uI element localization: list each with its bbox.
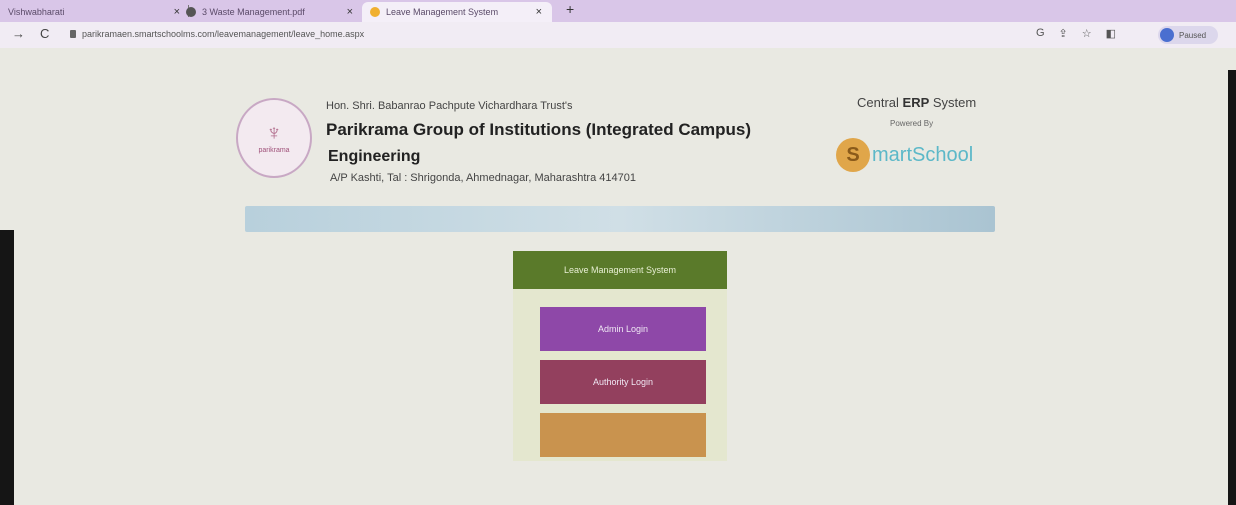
avatar [1160, 28, 1174, 42]
authority-login-button[interactable]: Authority Login [540, 360, 706, 404]
profile-label: Paused [1179, 30, 1207, 40]
erp-bold: ERP [902, 95, 930, 110]
monitor-bezel-right [1228, 70, 1236, 505]
toolbar-icons: G ⇪ ☆ ◧ [1036, 27, 1116, 40]
globe-icon [186, 7, 196, 17]
monitor-screen: Vishwabharati × 3 Waste Management.pdf ×… [0, 0, 1236, 505]
new-tab-button[interactable]: + [566, 1, 574, 17]
browser-tab-strip: Vishwabharati × 3 Waste Management.pdf ×… [0, 0, 1236, 22]
tab-label: 3 Waste Management.pdf [202, 7, 305, 17]
institution-address: A/P Kashti, Tal : Shrigonda, Ahmednagar,… [330, 172, 636, 184]
monitor-bezel-left [0, 230, 14, 505]
institution-logo: ♆ parikrama [236, 98, 312, 178]
profile-button[interactable]: Paused [1158, 26, 1218, 44]
branch-name: Engineering [328, 148, 421, 165]
address-bar[interactable]: parikramaen.smartschoolms.com/leavemanag… [82, 29, 364, 39]
trust-name: Hon. Shri. Babanrao Pachpute Vichardhara… [326, 100, 573, 112]
site-favicon-icon [370, 7, 380, 17]
institution-name: Parikrama Group of Institutions (Integra… [326, 120, 752, 139]
employee-login-button[interactable] [540, 413, 706, 457]
tab-label: Vishwabharati [8, 7, 65, 17]
erp-suffix: System [929, 95, 977, 110]
brand-initial-icon: S [836, 138, 870, 172]
admin-login-button[interactable]: Admin Login [540, 307, 706, 351]
bookmark-star-icon[interactable]: ☆ [1082, 27, 1092, 40]
login-panel-title: Leave Management System [513, 251, 727, 289]
powered-by-label: Powered By [890, 119, 934, 128]
tab-leave-management[interactable]: Leave Management System × [362, 2, 552, 22]
close-tab-icon[interactable]: × [536, 6, 542, 18]
google-icon[interactable]: G [1036, 27, 1045, 40]
erp-prefix: Central [857, 95, 903, 110]
tab-vishwabharati[interactable]: Vishwabharati × [0, 2, 190, 22]
smartschool-logo: S martSchool [836, 135, 973, 175]
erp-title: Central ERP System [857, 95, 976, 110]
lock-icon[interactable] [70, 30, 76, 38]
logo-text: parikrama [258, 147, 290, 154]
back-arrow-icon[interactable]: → [12, 26, 25, 41]
side-panel-icon[interactable]: ◧ [1106, 27, 1116, 40]
trident-emblem-icon: ♆ [265, 120, 283, 145]
tab-waste-management[interactable]: 3 Waste Management.pdf × [178, 2, 363, 22]
reload-icon[interactable]: C [40, 26, 49, 41]
header-band [245, 206, 995, 232]
brand-name: martSchool [872, 143, 974, 166]
close-tab-icon[interactable]: × [347, 6, 353, 18]
share-icon[interactable]: ⇪ [1059, 27, 1068, 40]
browser-toolbar: → C parikramaen.smartschoolms.com/leavem… [0, 22, 1236, 48]
tab-label: Leave Management System [386, 7, 499, 17]
